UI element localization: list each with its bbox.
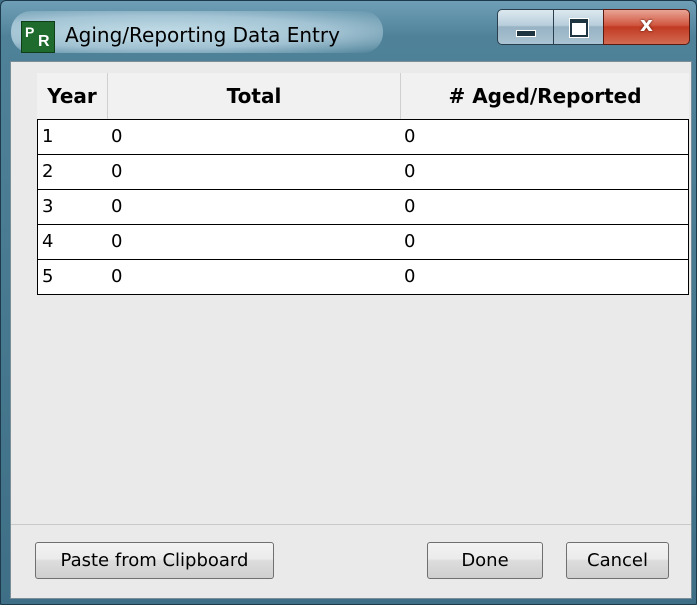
app-icon-letter-p: P	[25, 24, 35, 40]
year-cell[interactable]: 3	[37, 189, 108, 225]
table-row: 2 0 0	[37, 154, 689, 190]
dialog-window: P R Aging/Reporting Data Entry x Year To…	[0, 0, 697, 605]
table-row: 1 0 0	[37, 119, 689, 155]
data-grid: Year Total # Aged/Reported 1 0 0 2 0 0 3…	[37, 73, 689, 311]
column-header-aged-reported[interactable]: # Aged/Reported	[401, 73, 689, 120]
aged-cell[interactable]: 0	[400, 224, 689, 260]
done-button[interactable]: Done	[427, 542, 543, 579]
maximize-button[interactable]	[553, 9, 605, 45]
close-button[interactable]: x	[603, 9, 690, 45]
table-row: 4 0 0	[37, 224, 689, 260]
app-icon-letter-r: R	[38, 33, 50, 50]
title-bar[interactable]: P R Aging/Reporting Data Entry x	[1, 1, 696, 61]
aged-cell[interactable]: 0	[400, 189, 689, 225]
column-header-year[interactable]: Year	[37, 73, 108, 120]
total-cell[interactable]: 0	[107, 154, 401, 190]
dialog-content: Year Total # Aged/Reported 1 0 0 2 0 0 3…	[10, 61, 692, 599]
year-cell[interactable]: 1	[37, 119, 108, 155]
caption-buttons: x	[497, 9, 690, 46]
table-row: 5 0 0	[37, 259, 689, 295]
paste-from-clipboard-button[interactable]: Paste from Clipboard	[35, 542, 274, 579]
cancel-button[interactable]: Cancel	[566, 542, 669, 579]
close-icon: x	[640, 12, 653, 36]
year-cell[interactable]: 5	[37, 259, 108, 295]
aged-cell[interactable]: 0	[400, 119, 689, 155]
total-cell[interactable]: 0	[107, 224, 401, 260]
year-cell[interactable]: 4	[37, 224, 108, 260]
minimize-icon	[516, 30, 536, 37]
total-cell[interactable]: 0	[107, 189, 401, 225]
total-cell[interactable]: 0	[107, 259, 401, 295]
aged-cell[interactable]: 0	[400, 154, 689, 190]
table-row: 3 0 0	[37, 189, 689, 225]
maximize-icon	[570, 19, 588, 37]
column-header-total[interactable]: Total	[108, 73, 401, 120]
minimize-button[interactable]	[497, 9, 555, 45]
window-title: Aging/Reporting Data Entry	[65, 23, 340, 47]
app-icon: P R	[21, 21, 55, 53]
year-cell[interactable]: 2	[37, 154, 108, 190]
total-cell[interactable]: 0	[107, 119, 401, 155]
aged-cell[interactable]: 0	[400, 259, 689, 295]
footer-divider	[11, 524, 691, 525]
